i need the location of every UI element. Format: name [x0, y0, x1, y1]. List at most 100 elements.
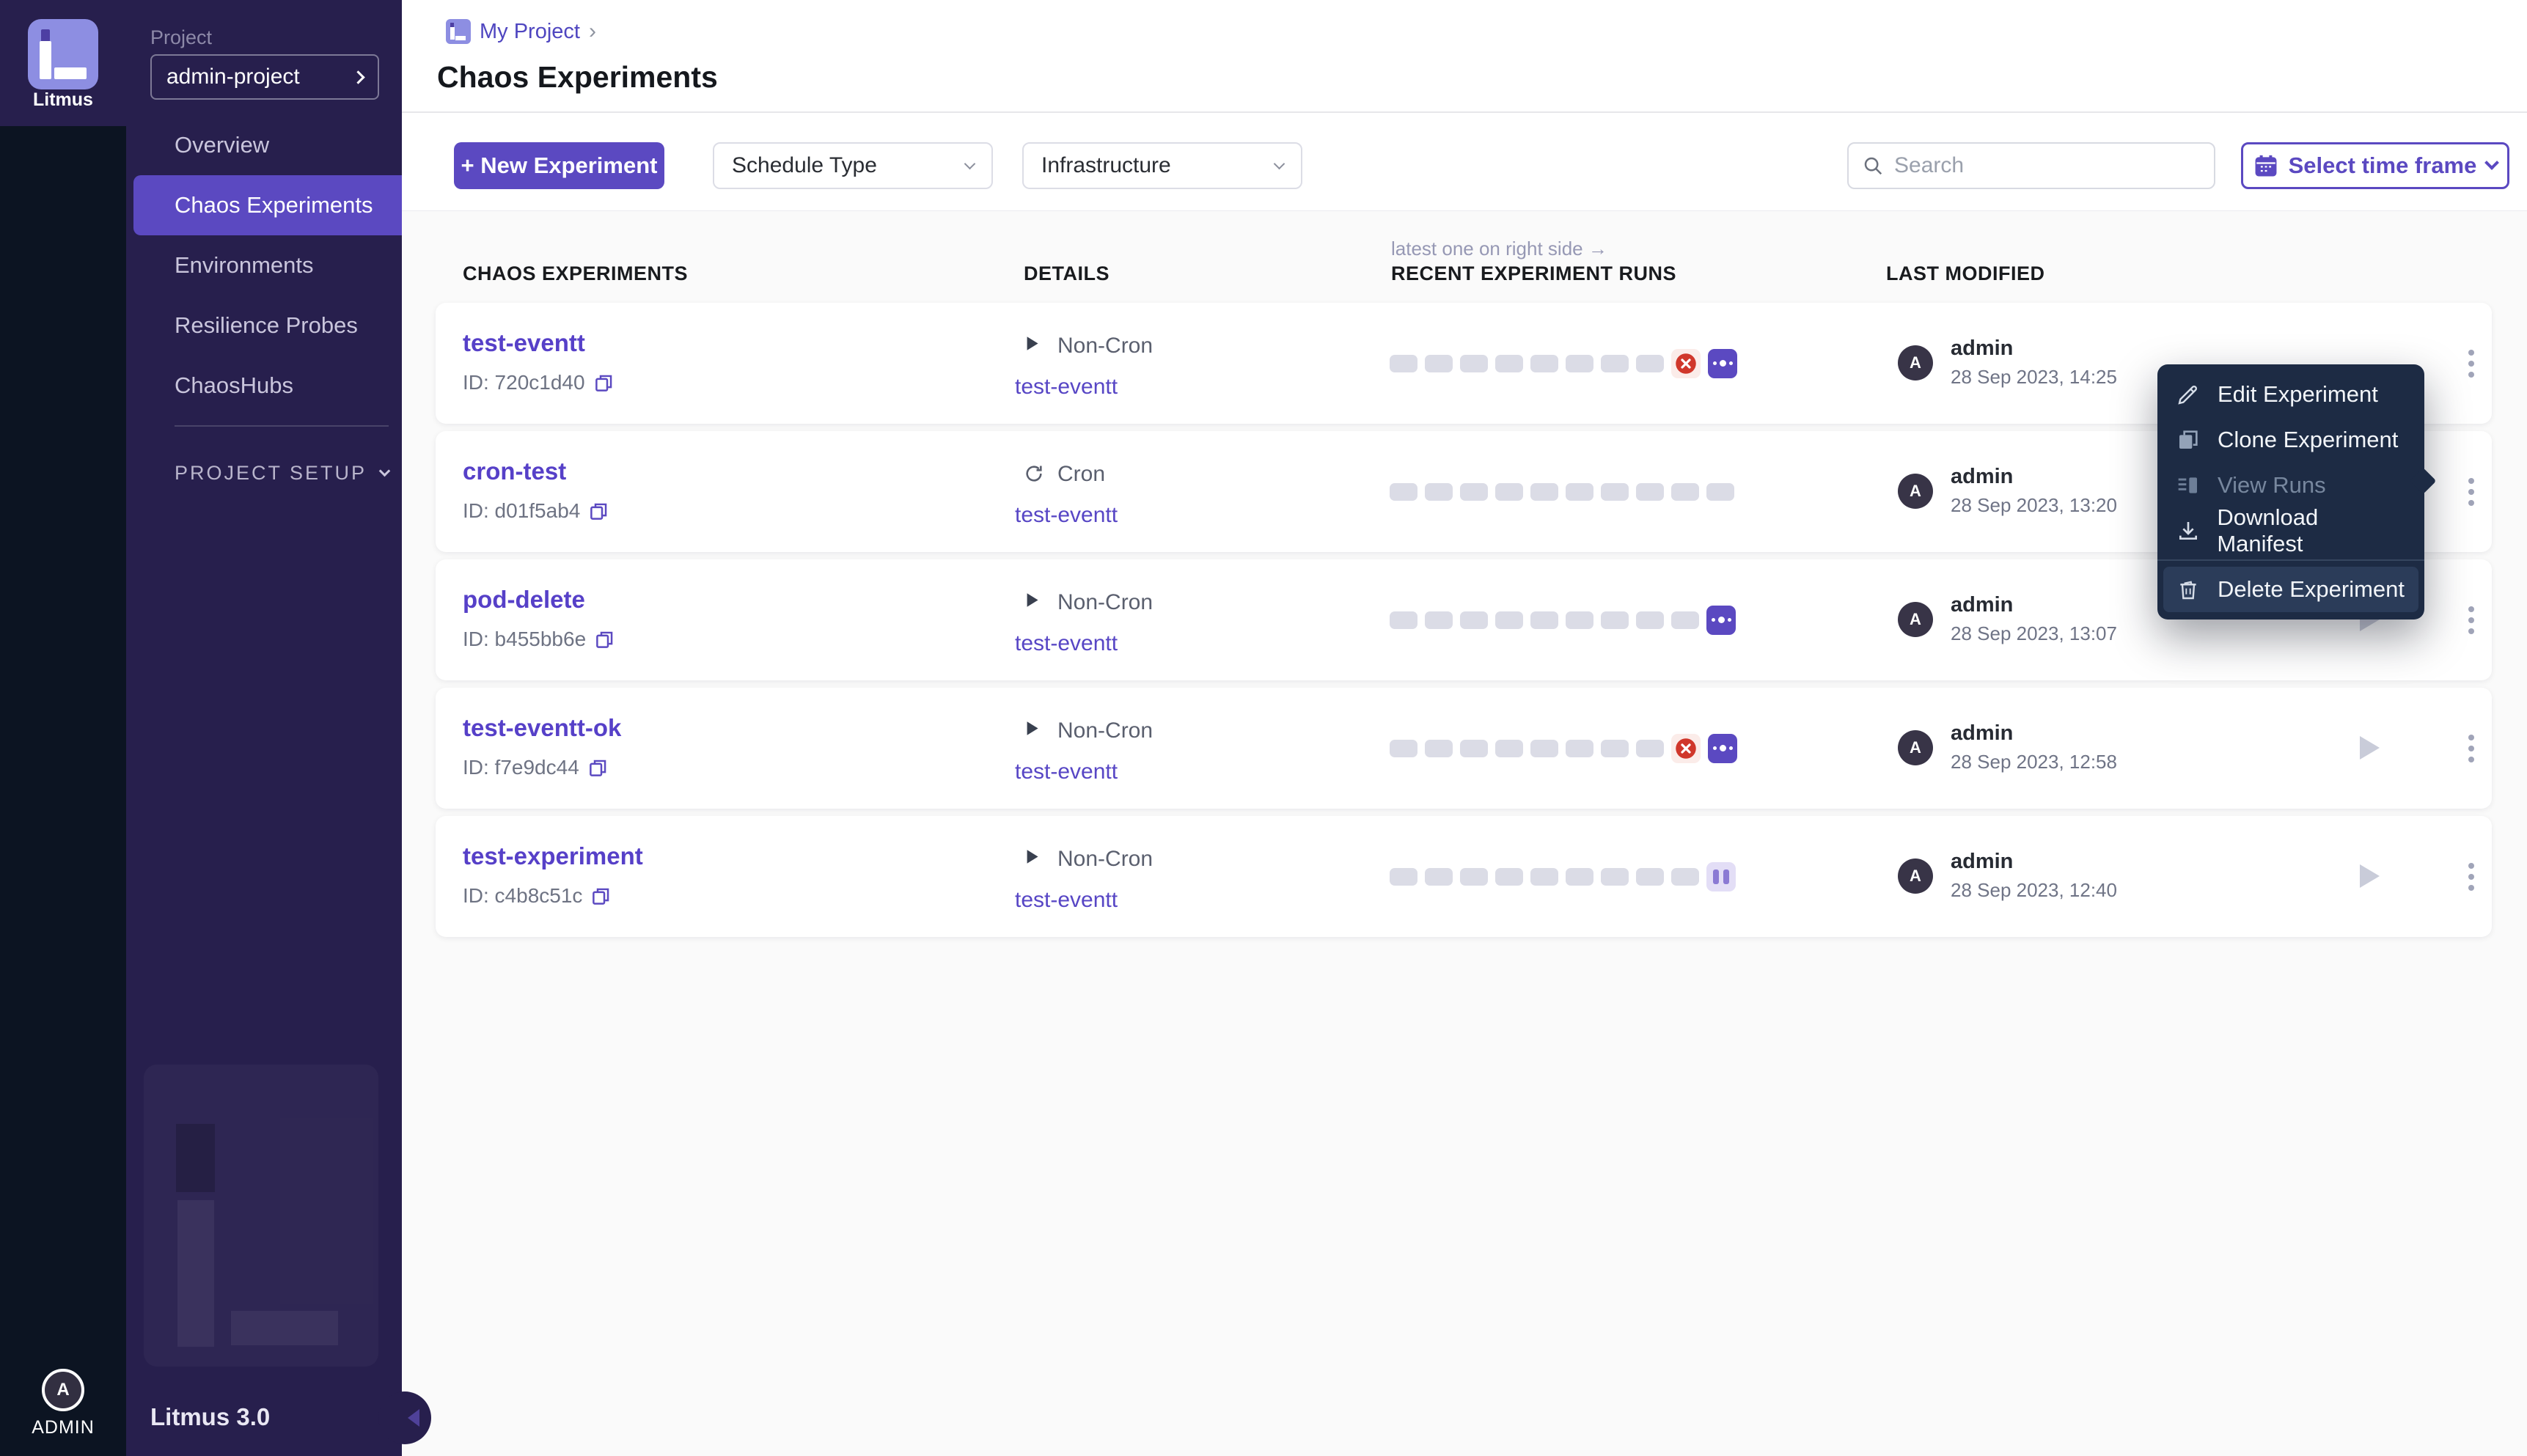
row-menu-kebab[interactable]: [2457, 724, 2486, 773]
run-cell-empty[interactable]: [1566, 354, 1593, 372]
run-cell-running[interactable]: [1706, 605, 1736, 635]
run-cell-empty[interactable]: [1390, 482, 1417, 501]
menu-item-delete-experiment[interactable]: Delete Experiment: [2163, 567, 2418, 612]
infrastructure-link[interactable]: test-eventt: [1015, 888, 1118, 913]
run-cell-empty[interactable]: [1390, 867, 1417, 886]
litmus-logo-icon[interactable]: [28, 19, 98, 89]
experiment-id: ID: 720c1d40: [463, 371, 614, 394]
run-experiment-button[interactable]: [2360, 736, 2380, 760]
sidebar-item-chaos-experiments[interactable]: Chaos Experiments: [133, 175, 402, 235]
run-experiment-button[interactable]: [2360, 864, 2380, 888]
schedule-type-label: Cron: [1057, 462, 1106, 486]
run-cell-empty[interactable]: [1706, 482, 1734, 501]
run-cell-empty[interactable]: [1671, 611, 1699, 629]
copy-icon[interactable]: [588, 758, 608, 778]
experiment-name-link[interactable]: pod-delete: [463, 586, 585, 614]
run-cell-empty[interactable]: [1530, 867, 1558, 886]
sidebar-item-chaoshubs[interactable]: ChaosHubs: [126, 356, 402, 416]
experiment-name-link[interactable]: cron-test: [463, 457, 566, 485]
run-cell-empty[interactable]: [1390, 611, 1417, 629]
row-menu-kebab[interactable]: [2457, 596, 2486, 644]
download-icon: [2175, 519, 2201, 543]
toolbar: + New Experiment Schedule Type Infrastru…: [402, 142, 2527, 189]
project-selector[interactable]: admin-project: [150, 54, 379, 100]
user-avatar[interactable]: A: [42, 1369, 84, 1411]
copy-icon[interactable]: [591, 886, 611, 906]
run-cell-empty[interactable]: [1636, 739, 1664, 757]
run-cell-empty[interactable]: [1566, 739, 1593, 757]
run-cell-empty[interactable]: [1566, 611, 1593, 629]
run-cell-empty[interactable]: [1390, 354, 1417, 372]
row-menu-kebab[interactable]: [2457, 853, 2486, 901]
run-cell-empty[interactable]: [1460, 739, 1488, 757]
copy-icon[interactable]: [589, 501, 609, 521]
run-cell-empty[interactable]: [1671, 867, 1699, 886]
run-cell-empty[interactable]: [1460, 867, 1488, 886]
run-cell-empty[interactable]: [1495, 482, 1523, 501]
run-cell-running[interactable]: [1708, 733, 1737, 763]
sidebar-item-project-setup[interactable]: PROJECT SETUP: [175, 462, 391, 485]
run-cell-empty[interactable]: [1460, 482, 1488, 501]
infrastructure-link[interactable]: test-eventt: [1015, 760, 1118, 784]
row-menu-kebab[interactable]: [2457, 468, 2486, 516]
run-cell-empty[interactable]: [1530, 482, 1558, 501]
run-cell-empty[interactable]: [1636, 611, 1664, 629]
schedule-type-dropdown[interactable]: Schedule Type: [713, 142, 993, 189]
run-cell-empty[interactable]: [1636, 354, 1664, 372]
menu-item-view-runs[interactable]: View Runs: [2157, 463, 2424, 508]
run-cell-empty[interactable]: [1425, 354, 1453, 372]
run-cell-empty[interactable]: [1390, 739, 1417, 757]
run-cell-empty[interactable]: [1601, 611, 1629, 629]
run-cell-empty[interactable]: [1671, 482, 1699, 501]
run-cell-empty[interactable]: [1425, 739, 1453, 757]
run-cell-empty[interactable]: [1636, 482, 1664, 501]
copy-icon[interactable]: [594, 373, 614, 393]
run-cell-empty[interactable]: [1460, 354, 1488, 372]
select-time-frame-button[interactable]: Select time frame: [2241, 142, 2509, 189]
run-cell-empty[interactable]: [1425, 611, 1453, 629]
experiment-name-link[interactable]: test-eventt-ok: [463, 714, 621, 742]
run-cell-empty[interactable]: [1530, 739, 1558, 757]
breadcrumb-link[interactable]: My Project: [480, 20, 580, 44]
run-cell-paused[interactable]: [1706, 861, 1736, 891]
menu-item-label: Edit Experiment: [2218, 381, 2378, 407]
infrastructure-link[interactable]: test-eventt: [1015, 503, 1118, 528]
run-cell-empty[interactable]: [1530, 611, 1558, 629]
experiment-name-link[interactable]: test-eventt: [463, 329, 585, 357]
run-cell-empty[interactable]: [1601, 354, 1629, 372]
experiment-name-link[interactable]: test-experiment: [463, 842, 643, 870]
run-cell-empty[interactable]: [1636, 867, 1664, 886]
run-cell-failed[interactable]: [1671, 733, 1701, 763]
sidebar-item-overview[interactable]: Overview: [126, 115, 402, 175]
run-cell-running[interactable]: [1708, 348, 1737, 378]
run-cell-empty[interactable]: [1425, 482, 1453, 501]
infrastructure-dropdown[interactable]: Infrastructure: [1022, 142, 1302, 189]
run-cell-failed[interactable]: [1671, 348, 1701, 378]
run-cell-empty[interactable]: [1495, 739, 1523, 757]
run-cell-empty[interactable]: [1601, 867, 1629, 886]
sidebar-item-resilience-probes[interactable]: Resilience Probes: [126, 295, 402, 356]
main-content: My Project › Chaos Experiments + New Exp…: [402, 0, 2527, 1456]
project-setup-label: PROJECT SETUP: [175, 462, 367, 484]
run-cell-empty[interactable]: [1495, 867, 1523, 886]
run-cell-empty[interactable]: [1566, 482, 1593, 501]
infrastructure-link[interactable]: test-eventt: [1015, 375, 1118, 400]
menu-item-edit-experiment[interactable]: Edit Experiment: [2157, 372, 2424, 417]
run-cell-empty[interactable]: [1425, 867, 1453, 886]
infrastructure-link[interactable]: test-eventt: [1015, 631, 1118, 656]
run-cell-empty[interactable]: [1601, 739, 1629, 757]
sidebar-item-environments[interactable]: Environments: [126, 235, 402, 295]
menu-item-download-manifest[interactable]: Download Manifest: [2157, 504, 2424, 556]
run-cell-empty[interactable]: [1566, 867, 1593, 886]
sidebar-collapse-handle[interactable]: [378, 1391, 431, 1444]
run-cell-empty[interactable]: [1530, 354, 1558, 372]
row-menu-kebab[interactable]: [2457, 339, 2486, 388]
run-cell-empty[interactable]: [1495, 611, 1523, 629]
copy-icon[interactable]: [595, 630, 615, 650]
search-input[interactable]: [1894, 153, 2201, 178]
menu-item-clone-experiment[interactable]: Clone Experiment: [2157, 417, 2424, 463]
run-cell-empty[interactable]: [1601, 482, 1629, 501]
run-cell-empty[interactable]: [1495, 354, 1523, 372]
new-experiment-button[interactable]: + New Experiment: [454, 142, 664, 189]
run-cell-empty[interactable]: [1460, 611, 1488, 629]
